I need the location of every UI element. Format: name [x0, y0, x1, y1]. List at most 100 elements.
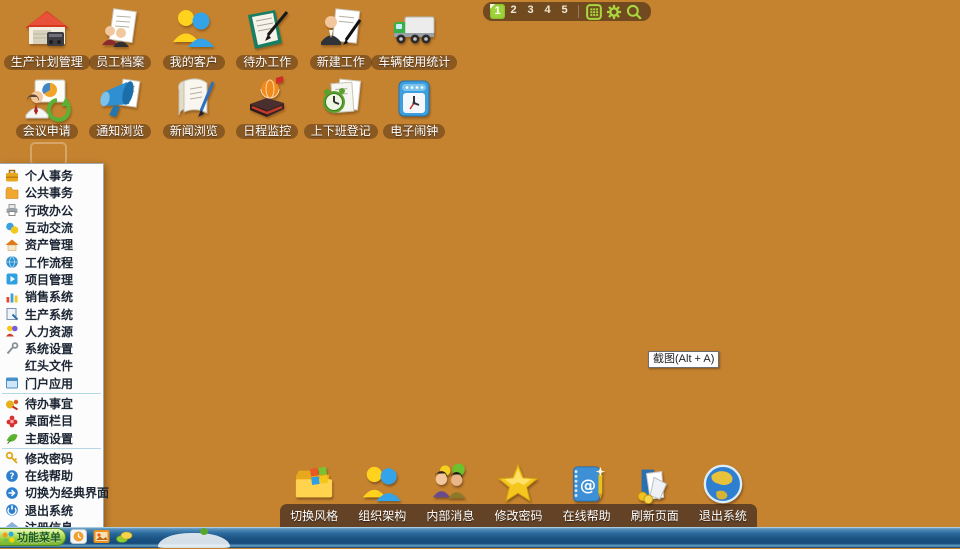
dock-item-change-password[interactable]: 修改密码 — [484, 460, 552, 527]
dock-item-switch-style[interactable]: 切换风格 — [280, 460, 348, 527]
asset-home-icon — [5, 238, 20, 252]
desktop-shortcut-notice-browse[interactable]: 通知浏览 — [84, 73, 158, 139]
dock-item-label: 切换风格 — [290, 505, 338, 527]
menu-item-exit-system[interactable]: 退出系统 — [0, 502, 103, 519]
project-play-icon — [5, 272, 20, 286]
menu-item-system-settings[interactable]: 系统设置 — [0, 340, 103, 357]
eclock-icon — [390, 75, 438, 123]
dock-item-exit-system[interactable]: 退出系统 — [689, 460, 757, 527]
menu-item-portal-apps[interactable]: 门户应用 — [0, 375, 103, 392]
desktop-shortcut-label: 电子闹钟 — [383, 124, 445, 139]
desktop-shortcut-news-browse[interactable]: 新闻浏览 — [157, 73, 231, 139]
svg-text:@: @ — [579, 476, 595, 495]
desktop-shortcut-new-work[interactable]: 新建工作 — [304, 4, 378, 70]
desktop-shortcut-label: 上下班登记 — [304, 124, 378, 139]
menu-item-sales-system[interactable]: 销售系统 — [0, 288, 103, 305]
tray-message-icon[interactable] — [70, 529, 87, 544]
pager-page-4[interactable]: 4 — [539, 4, 556, 19]
svg-text:?: ? — [10, 472, 15, 482]
dock-item-org-structure[interactable]: 组织架构 — [348, 460, 416, 527]
desktop-shortcut-grid: 生产计划管理 员工档案 我的客户 待办工作 新建工作 车辆使用统计 会议申请 通… — [10, 4, 451, 139]
menu-item-online-help[interactable]: ? 在线帮助 — [0, 467, 103, 484]
megaphone-icon — [96, 75, 144, 123]
dock-item-online-help[interactable]: @ 在线帮助 — [553, 460, 621, 527]
menu-item-workflow[interactable]: 工作流程 — [0, 253, 103, 270]
flower-icon — [5, 414, 20, 428]
key-icon — [5, 451, 20, 465]
sales-chart-icon — [5, 290, 20, 304]
desktop-shortcut-vehicle-usage-stats[interactable]: 车辆使用统计 — [378, 4, 452, 70]
menu-item-label: 项目管理 — [25, 271, 73, 288]
workflow-globe-icon — [5, 255, 20, 269]
pager-page-5[interactable]: 5 — [556, 4, 573, 19]
customers-icon — [170, 6, 218, 54]
menu-item-label: 在线帮助 — [25, 467, 73, 484]
desktop-shortcut-meeting-request[interactable]: 会议申请 — [10, 73, 84, 139]
menu-item-interactive-exchange[interactable]: 互动交流 — [0, 219, 103, 236]
dock-item-refresh-page[interactable]: 刷新页面 — [621, 460, 689, 527]
bottom-dock: 切换风格 组织架构 内部消息 修改密码 @ 在线帮助 刷新页面 退出系统 — [280, 460, 757, 527]
menu-separator — [2, 448, 101, 449]
news-icon — [170, 75, 218, 123]
menu-item-label: 行政办公 — [25, 202, 73, 219]
menu-item-label: 互动交流 — [25, 219, 73, 236]
desktop-shortcut-label: 新闻浏览 — [163, 124, 225, 139]
exchange-icon — [5, 221, 20, 235]
desktop-shortcut-electronic-alarm[interactable]: 电子闹钟 — [378, 73, 452, 139]
menu-item-red-header-documents[interactable]: 红头文件 — [0, 357, 103, 374]
tray-gallery-icon[interactable] — [93, 529, 110, 544]
star-icon — [497, 463, 539, 505]
start-logo-icon — [2, 531, 14, 543]
doc-people-icon — [96, 6, 144, 54]
menu-item-switch-classic-ui[interactable]: 切换为经典界面 — [0, 484, 103, 501]
menu-item-label: 人力资源 — [25, 323, 73, 340]
menu-item-project-management[interactable]: 项目管理 — [0, 271, 103, 288]
desktop-shortcut-my-customers[interactable]: 我的客户 — [157, 4, 231, 70]
mascot-hat — [200, 528, 208, 535]
desktop-shortcut-schedule-monitor[interactable]: 日程监控 — [231, 73, 305, 139]
desktop-shortcut-production-plan-management[interactable]: 生产计划管理 — [10, 4, 84, 70]
dock-item-internal-message[interactable]: 内部消息 — [416, 460, 484, 527]
switch-arrow-icon — [5, 486, 20, 500]
menu-item-label: 桌面栏目 — [25, 412, 73, 429]
pager-page-3[interactable]: 3 — [522, 4, 539, 19]
desktop-shortcut-employee-files[interactable]: 员工档案 — [84, 4, 158, 70]
menu-item-change-password[interactable]: 修改密码 — [0, 450, 103, 467]
settings-gear-icon[interactable] — [606, 4, 622, 20]
menu-item-label: 退出系统 — [25, 502, 73, 519]
menu-item-production-system[interactable]: 生产系统 — [0, 305, 103, 322]
tray-currency-icon[interactable] — [116, 529, 133, 544]
dock-item-label: 刷新页面 — [631, 505, 679, 527]
menu-item-theme-settings[interactable]: 主题设置 — [0, 429, 103, 446]
power-icon — [5, 503, 20, 517]
desktop-shortcut-attendance-register[interactable]: 上下班登记 — [304, 73, 378, 139]
taskbar-tray — [70, 529, 133, 544]
menu-item-label: 待办事宜 — [25, 395, 73, 412]
briefcase-icon — [5, 169, 20, 183]
desktop-shortcut-pending-work[interactable]: 待办工作 — [231, 4, 305, 70]
wrench-icon — [5, 342, 20, 356]
menu-item-pending-matters[interactable]: 待办事宜 — [0, 395, 103, 412]
menu-item-desktop-columns[interactable]: 桌面栏目 — [0, 412, 103, 429]
menu-item-administrative-office[interactable]: 行政办公 — [0, 202, 103, 219]
menu-item-label: 工作流程 — [25, 254, 73, 271]
menu-item-label: 销售系统 — [25, 288, 73, 305]
style-folder-icon — [293, 463, 335, 505]
search-icon[interactable] — [626, 4, 642, 20]
taskbar: 功能菜单 — [0, 527, 960, 548]
pager-page-1[interactable]: 1 — [490, 4, 505, 19]
menu-item-label: 门户应用 — [25, 375, 73, 392]
menu-item-asset-management[interactable]: 资产管理 — [0, 236, 103, 253]
dock-item-label: 内部消息 — [426, 505, 474, 527]
menu-item-public-affairs[interactable]: 公共事务 — [0, 184, 103, 201]
menu-item-label: 系统设置 — [25, 340, 73, 357]
meeting-icon — [23, 75, 71, 123]
desktop-pager: 12345 — [483, 2, 651, 21]
grid-view-icon[interactable] — [586, 4, 602, 20]
menu-item-label: 资产管理 — [25, 236, 73, 253]
menu-item-human-resources[interactable]: 人力资源 — [0, 323, 103, 340]
start-menu-button[interactable]: 功能菜单 — [0, 528, 66, 546]
pager-page-2[interactable]: 2 — [505, 4, 522, 19]
menu-item-personal-affairs[interactable]: 个人事务 — [0, 167, 103, 184]
dock-item-label: 修改密码 — [494, 505, 542, 527]
